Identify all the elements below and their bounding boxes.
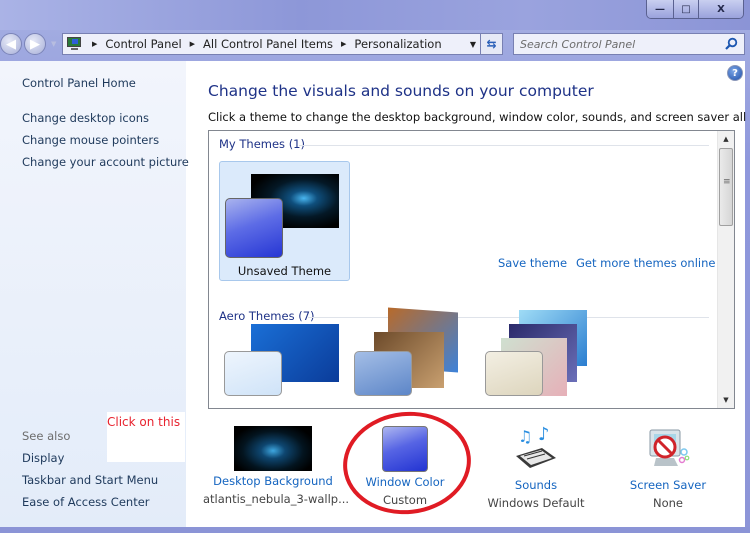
window-controls: — □ X xyxy=(646,0,744,19)
setting-value: None xyxy=(652,496,683,510)
refresh-button[interactable]: ⇆ xyxy=(481,33,503,55)
theme-aero-architecture[interactable] xyxy=(346,306,476,396)
sidebar-change-mouse-pointers[interactable]: Change mouse pointers xyxy=(22,133,159,147)
setting-label[interactable]: Desktop Background xyxy=(203,474,343,488)
search-box[interactable] xyxy=(513,33,745,55)
address-bar[interactable]: ▶ Control Panel ▶ All Control Panel Item… xyxy=(62,33,481,55)
help-icon: ? xyxy=(732,67,738,79)
forward-button[interactable]: ▶ xyxy=(24,33,46,55)
title-bar xyxy=(0,0,750,30)
back-arrow-icon: ◀ xyxy=(6,36,16,52)
content-area: Control Panel Home Change desktop icons … xyxy=(0,61,750,527)
setting-sounds[interactable]: ♫ ♪ Sounds Windows Default xyxy=(466,424,606,510)
theme-window-color-preview xyxy=(485,351,543,396)
breadcrumb-separator-icon[interactable]: ▶ xyxy=(190,40,195,48)
setting-value: atlantis_nebula_3-wallp... xyxy=(203,492,350,506)
maximize-icon: □ xyxy=(681,3,691,15)
breadcrumb-personalization[interactable]: Personalization xyxy=(354,37,441,51)
sidebar-display[interactable]: Display xyxy=(22,451,64,465)
theme-window-color-preview xyxy=(225,198,283,258)
minimize-icon: — xyxy=(655,3,665,15)
wallpaper-icon xyxy=(234,426,312,471)
see-also-label: See also xyxy=(22,429,71,443)
theme-window-color-preview xyxy=(224,351,282,396)
window-bottom-frame xyxy=(0,527,750,533)
annotation-text: Click on this xyxy=(107,415,181,429)
scroll-thumb[interactable] xyxy=(719,148,733,226)
setting-screen-saver[interactable]: Screen Saver None xyxy=(598,426,738,510)
get-more-themes-link[interactable]: Get more themes online xyxy=(576,256,715,270)
theme-unsaved[interactable]: Unsaved Theme xyxy=(219,161,350,281)
close-icon: X xyxy=(717,3,725,15)
group-header-my-themes: My Themes (1) xyxy=(219,137,305,151)
theme-aero-characters[interactable] xyxy=(477,306,607,396)
back-button[interactable]: ◀ xyxy=(0,33,22,55)
refresh-icon: ⇆ xyxy=(486,37,497,51)
theme-window-color-preview xyxy=(354,351,412,396)
setting-label[interactable]: Sounds xyxy=(466,478,606,492)
setting-label[interactable]: Window Color xyxy=(335,475,475,489)
breadcrumb-separator-icon[interactable]: ▶ xyxy=(92,40,97,48)
control-panel-icon xyxy=(66,37,84,51)
close-button[interactable]: X xyxy=(699,0,743,18)
setting-label[interactable]: Screen Saver xyxy=(598,478,738,492)
breadcrumb-all-items[interactable]: All Control Panel Items xyxy=(203,37,333,51)
search-input[interactable] xyxy=(520,37,720,51)
theme-list: My Themes (1) Unsaved Theme Save theme G… xyxy=(208,130,735,409)
annotation-note: Click on this xyxy=(107,412,185,462)
setting-value: Custom xyxy=(382,493,428,507)
screen-saver-icon xyxy=(649,429,690,466)
setting-window-color[interactable]: Window Color Custom xyxy=(335,426,475,507)
sidebar-ease-of-access[interactable]: Ease of Access Center xyxy=(22,495,150,509)
breadcrumb-control-panel[interactable]: Control Panel xyxy=(105,37,181,51)
sidebar-change-account-picture[interactable]: Change your account picture xyxy=(22,155,189,169)
theme-name: Unsaved Theme xyxy=(237,264,332,278)
page-subtitle: Click a theme to change the desktop back… xyxy=(208,110,750,124)
search-icon[interactable] xyxy=(724,37,738,51)
address-dropdown-icon[interactable]: ▼ xyxy=(470,40,476,49)
theme-list-scrollbar[interactable]: ▲ ▼ xyxy=(717,131,734,408)
forward-arrow-icon: ▶ xyxy=(30,36,40,52)
setting-desktop-background[interactable]: Desktop Background atlantis_nebula_3-wal… xyxy=(203,426,350,506)
theme-aero-windows7[interactable] xyxy=(221,306,341,396)
svg-text:♪: ♪ xyxy=(538,426,550,445)
page-title: Change the visuals and sounds on your co… xyxy=(208,82,594,100)
sidebar: Control Panel Home Change desktop icons … xyxy=(0,61,189,527)
help-button[interactable]: ? xyxy=(727,65,743,81)
setting-value: Windows Default xyxy=(487,496,585,510)
sidebar-control-panel-home[interactable]: Control Panel Home xyxy=(22,76,136,90)
sidebar-change-desktop-icons[interactable]: Change desktop icons xyxy=(22,111,149,125)
scroll-up-icon[interactable]: ▲ xyxy=(718,131,734,147)
sidebar-taskbar-start-menu[interactable]: Taskbar and Start Menu xyxy=(22,473,158,487)
svg-text:♫: ♫ xyxy=(518,427,532,446)
sounds-icon: ♫ ♪ xyxy=(516,424,556,468)
recent-pages-dropdown[interactable]: ▼ xyxy=(51,40,56,48)
minimize-button[interactable]: — xyxy=(647,0,674,18)
window-color-icon xyxy=(382,426,428,472)
save-theme-link[interactable]: Save theme xyxy=(498,256,567,270)
group-divider xyxy=(299,145,709,146)
breadcrumb-separator-icon[interactable]: ▶ xyxy=(341,40,346,48)
scroll-down-icon[interactable]: ▼ xyxy=(718,392,734,408)
maximize-button[interactable]: □ xyxy=(674,0,699,18)
